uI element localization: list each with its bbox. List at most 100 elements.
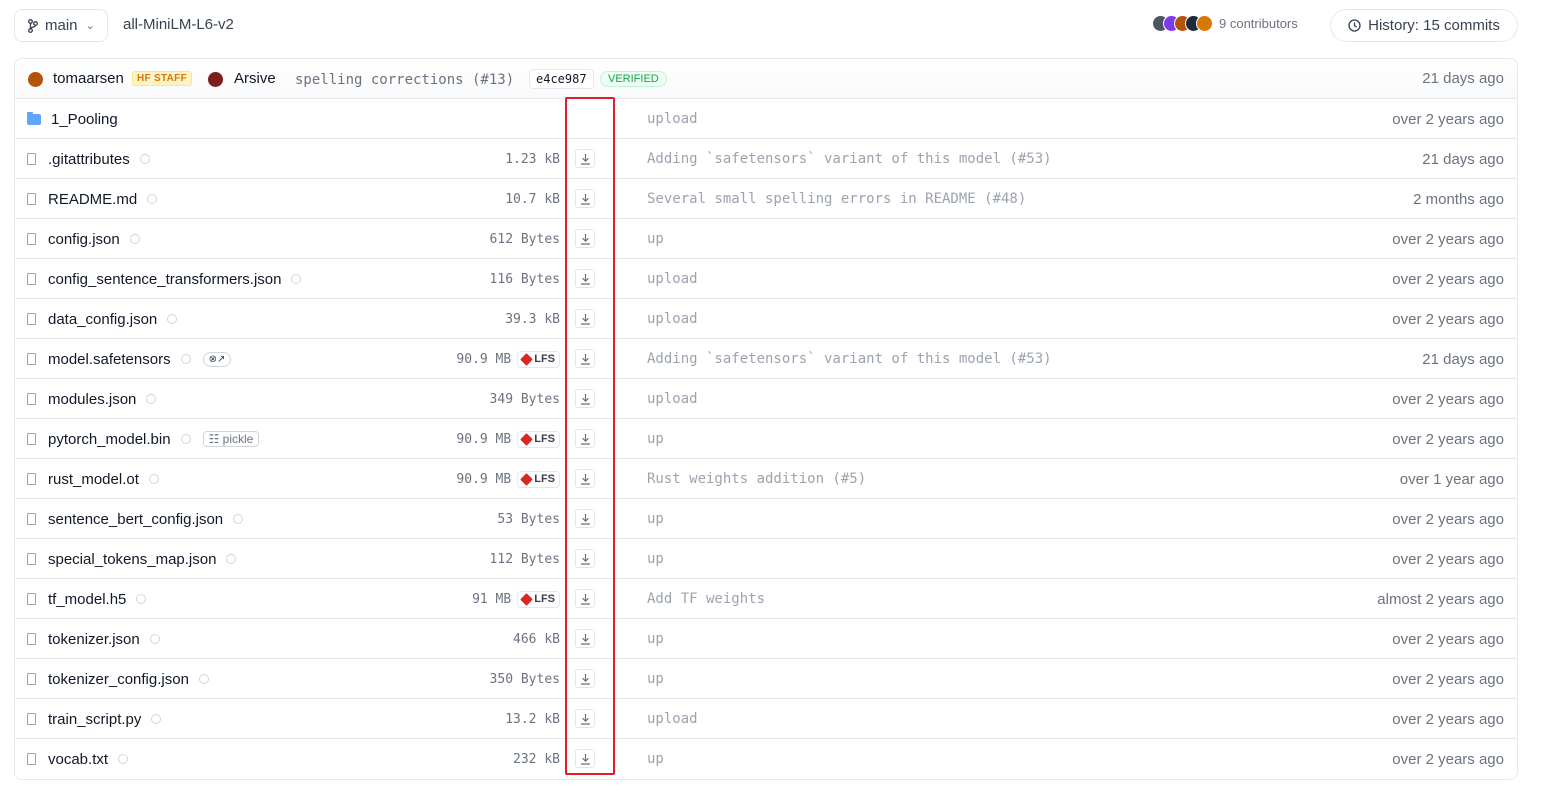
safe-check-icon[interactable] (180, 354, 191, 364)
last-commit-row: tomaarsen HF STAFF Arsive spelling corre… (15, 59, 1517, 99)
commit-message-cell[interactable]: upload (647, 259, 698, 299)
commit-message-cell[interactable]: up (647, 739, 664, 779)
commit-message-cell[interactable]: Adding `safetensors` variant of this mod… (647, 339, 1052, 379)
commit-message-cell[interactable]: Several small spelling errors in README … (647, 179, 1026, 219)
file-name[interactable]: train_script.py (48, 711, 141, 728)
history-button[interactable]: History: 15 commits (1330, 9, 1518, 42)
file-row[interactable]: pytorch_model.bin ☷ pickle 90.9 MB LFS up ove… (15, 419, 1517, 459)
commit-author[interactable]: tomaarsen (53, 70, 124, 87)
commit-message-cell[interactable]: upload (647, 699, 698, 739)
commit-message-cell[interactable]: up (647, 499, 664, 539)
commit-message-cell[interactable]: up (647, 419, 664, 459)
safe-check-icon[interactable] (151, 714, 162, 724)
file-name[interactable]: tokenizer_config.json (48, 671, 189, 688)
download-button[interactable] (575, 509, 595, 528)
download-button[interactable] (575, 389, 595, 408)
commit-message-cell[interactable]: Adding `safetensors` variant of this mod… (647, 139, 1052, 179)
safe-check-icon[interactable] (291, 274, 302, 284)
download-icon (580, 233, 591, 245)
safe-check-icon[interactable] (226, 554, 237, 564)
safe-check-icon[interactable] (167, 314, 178, 324)
download-button[interactable] (575, 749, 595, 768)
file-size: 466 kB (513, 631, 560, 647)
commit-message-cell[interactable]: upload (647, 299, 698, 339)
download-button[interactable] (575, 189, 595, 208)
file-name[interactable]: sentence_bert_config.json (48, 511, 223, 528)
commit-message-cell[interactable]: up (647, 219, 664, 259)
branch-selector-button[interactable]: main ⌄ (14, 9, 108, 42)
file-name[interactable]: tokenizer.json (48, 631, 140, 648)
file-row[interactable]: special_tokens_map.json 112 Bytes up over 2… (15, 539, 1517, 579)
file-name[interactable]: tf_model.h5 (48, 591, 126, 608)
file-icon (27, 753, 36, 765)
download-button[interactable] (575, 549, 595, 568)
safe-check-icon[interactable] (233, 514, 244, 524)
repo-name[interactable]: all-MiniLM-L6-v2 (123, 16, 234, 33)
safe-check-icon[interactable] (139, 154, 150, 164)
commit-message-cell[interactable]: Rust weights addition (#5) (647, 459, 866, 499)
file-row[interactable]: data_config.json 39.3 kB upload over 2 year… (15, 299, 1517, 339)
file-name[interactable]: README.md (48, 191, 137, 208)
commit-sha[interactable]: e4ce987 (529, 69, 594, 89)
download-button[interactable] (575, 229, 595, 248)
file-row[interactable]: .gitattributes 1.23 kB Adding `safetensors… (15, 139, 1517, 179)
safe-check-icon[interactable] (136, 594, 147, 604)
file-name[interactable]: config_sentence_transformers.json (48, 271, 281, 288)
safe-check-icon[interactable] (149, 634, 160, 644)
download-button[interactable] (575, 269, 595, 288)
commit-message-cell[interactable]: upload (647, 379, 698, 419)
safe-check-icon[interactable] (129, 234, 140, 244)
file-row[interactable]: config_sentence_transformers.json 116 Byt… (15, 259, 1517, 299)
download-button[interactable] (575, 349, 595, 368)
safe-check-icon[interactable] (148, 474, 159, 484)
download-button[interactable] (575, 149, 595, 168)
file-name[interactable]: config.json (48, 231, 120, 248)
file-row[interactable]: sentence_bert_config.json 53 Bytes up over … (15, 499, 1517, 539)
file-row[interactable]: model.safetensors ⊗↗ 90.9 MB LFS Adding `saf… (15, 339, 1517, 379)
file-row[interactable]: README.md 10.7 kB Several small spelling e… (15, 179, 1517, 219)
file-name[interactable]: special_tokens_map.json (48, 551, 216, 568)
file-size-cell: 1.23 kB (505, 139, 560, 179)
download-button[interactable] (575, 709, 595, 728)
file-row[interactable]: rust_model.ot 90.9 MB LFS Rust weights addi… (15, 459, 1517, 499)
download-button[interactable] (575, 469, 595, 488)
file-row[interactable]: tf_model.h5 91 MB LFS Add TF weights almost … (15, 579, 1517, 619)
download-button[interactable] (575, 429, 595, 448)
file-name[interactable]: data_config.json (48, 311, 157, 328)
file-name[interactable]: vocab.txt (48, 751, 108, 768)
download-button[interactable] (575, 589, 595, 608)
commit-message[interactable]: spelling corrections (#13) (295, 72, 514, 88)
safe-check-icon[interactable] (180, 434, 191, 444)
file-name[interactable]: .gitattributes (48, 151, 130, 168)
commit-message-cell[interactable]: up (647, 539, 664, 579)
commit-coauthor[interactable]: Arsive (234, 70, 276, 87)
safe-check-icon[interactable] (146, 394, 157, 404)
download-button[interactable] (575, 629, 595, 648)
file-name[interactable]: model.safetensors (48, 351, 171, 368)
pickle-tag[interactable]: ☷ pickle (202, 431, 260, 447)
file-row[interactable]: tokenizer_config.json 350 Bytes up over 2 y… (15, 659, 1517, 699)
file-row[interactable]: vocab.txt 232 kB up over 2 years ago (15, 739, 1517, 779)
safe-check-icon[interactable] (147, 194, 158, 204)
commit-message-cell[interactable]: Add TF weights (647, 579, 765, 619)
commit-message-cell[interactable]: upload (647, 99, 698, 139)
safe-check-icon[interactable] (118, 754, 129, 764)
file-row[interactable]: config.json 612 Bytes up over 2 years ago (15, 219, 1517, 259)
file-name[interactable]: pytorch_model.bin (48, 431, 171, 448)
commit-message-cell[interactable]: up (647, 619, 664, 659)
file-name[interactable]: rust_model.ot (48, 471, 139, 488)
file-name[interactable]: 1_Pooling (51, 111, 118, 128)
file-row[interactable]: 1_Pooling upload over 2 years ago (15, 99, 1517, 139)
file-row[interactable]: modules.json 349 Bytes upload over 2 years … (15, 379, 1517, 419)
file-commit-message: up (647, 431, 664, 447)
contributors-link[interactable]: 9 contributors (1152, 15, 1298, 32)
commit-message-cell[interactable]: up (647, 659, 664, 699)
safetensors-viewer-icon[interactable]: ⊗↗ (202, 351, 232, 367)
download-button[interactable] (575, 309, 595, 328)
lfs-label: LFS (534, 593, 555, 605)
file-row[interactable]: train_script.py 13.2 kB upload over 2 years… (15, 699, 1517, 739)
safe-check-icon[interactable] (198, 674, 209, 684)
download-button[interactable] (575, 669, 595, 688)
file-name[interactable]: modules.json (48, 391, 136, 408)
file-row[interactable]: tokenizer.json 466 kB up over 2 years ago (15, 619, 1517, 659)
